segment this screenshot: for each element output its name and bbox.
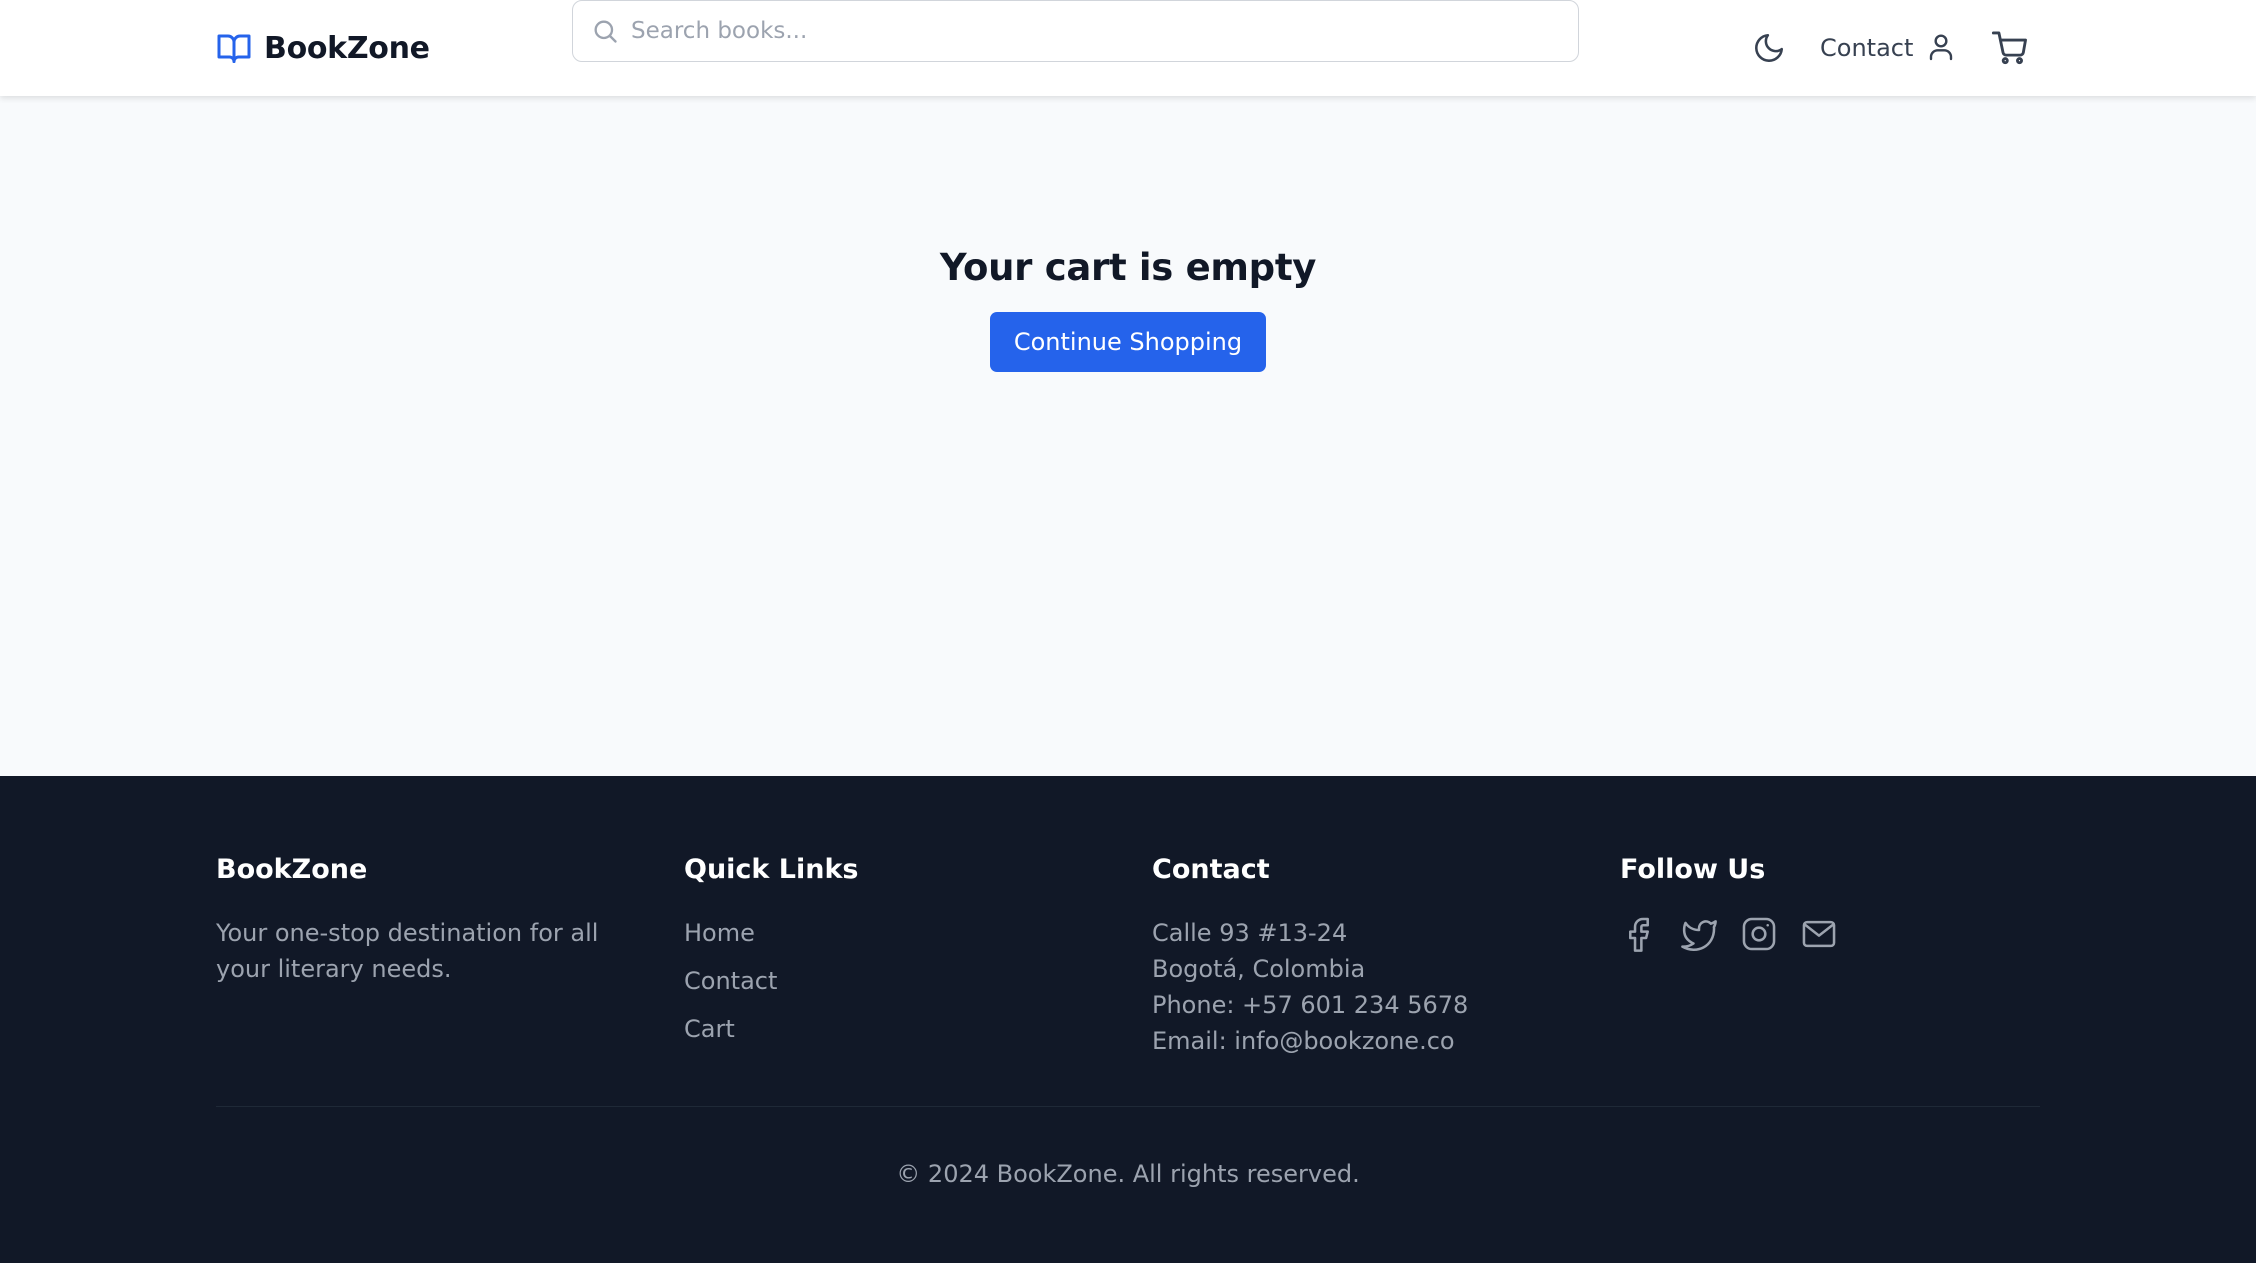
brand-name: BookZone	[264, 30, 430, 66]
footer-brand-column: BookZone Your one-stop destination for a…	[216, 854, 636, 987]
social-links	[1620, 915, 1838, 953]
search-input[interactable]	[631, 1, 1551, 61]
nav-contact-link[interactable]: Contact	[1820, 34, 1913, 62]
footer-link-home[interactable]: Home	[684, 915, 859, 951]
copyright-text: © 2024 BookZone. All rights reserved.	[896, 1160, 1360, 1188]
contact-email: Email: info@bookzone.co	[1152, 1027, 1455, 1055]
cart-main: Your cart is empty Continue Shopping	[0, 96, 2256, 776]
site-header: BookZone Contact	[0, 0, 2256, 96]
book-open-icon	[217, 34, 251, 63]
moon-icon[interactable]	[1752, 31, 1786, 65]
search-icon	[594, 20, 617, 43]
instagram-icon[interactable]	[1740, 915, 1778, 953]
footer-contact-column: Contact Calle 93 #13-24 Bogotá, Colombia…	[1152, 854, 1468, 1059]
footer-divider	[216, 1106, 2040, 1107]
facebook-icon[interactable]	[1620, 915, 1658, 953]
cart-icon[interactable]	[1990, 29, 2030, 67]
empty-cart-title: Your cart is empty	[939, 246, 1317, 289]
contact-details: Calle 93 #13-24 Bogotá, Colombia Phone: …	[1152, 915, 1468, 1059]
site-footer: BookZone Your one-stop destination for a…	[0, 776, 2256, 1263]
contact-address-line1: Calle 93 #13-24	[1152, 919, 1348, 947]
footer-link-cart[interactable]: Cart	[684, 1011, 859, 1047]
footer-link-contact[interactable]: Contact	[684, 963, 859, 999]
follow-us-title: Follow Us	[1620, 854, 1766, 885]
contact-address-line2: Bogotá, Colombia	[1152, 955, 1366, 983]
footer-quick-links-column: Quick Links Home Contact Cart	[684, 854, 859, 1059]
footer-brand-title: BookZone	[216, 854, 368, 885]
quick-links-title: Quick Links	[684, 854, 859, 885]
continue-shopping-button[interactable]: Continue Shopping	[990, 312, 1266, 372]
search-bar	[572, 0, 1579, 62]
quick-links-list: Home Contact Cart	[684, 915, 859, 1047]
twitter-icon[interactable]	[1680, 915, 1718, 953]
footer-follow-column: Follow Us	[1620, 854, 1838, 953]
mail-icon[interactable]	[1800, 915, 1838, 953]
footer-contact-title: Contact	[1152, 854, 1270, 885]
contact-phone: Phone: +57 601 234 5678	[1152, 991, 1469, 1019]
user-icon[interactable]	[1925, 31, 1957, 63]
footer-brand-description: Your one-stop destination for all your l…	[216, 919, 599, 983]
brand-logo[interactable]: BookZone	[216, 28, 430, 68]
